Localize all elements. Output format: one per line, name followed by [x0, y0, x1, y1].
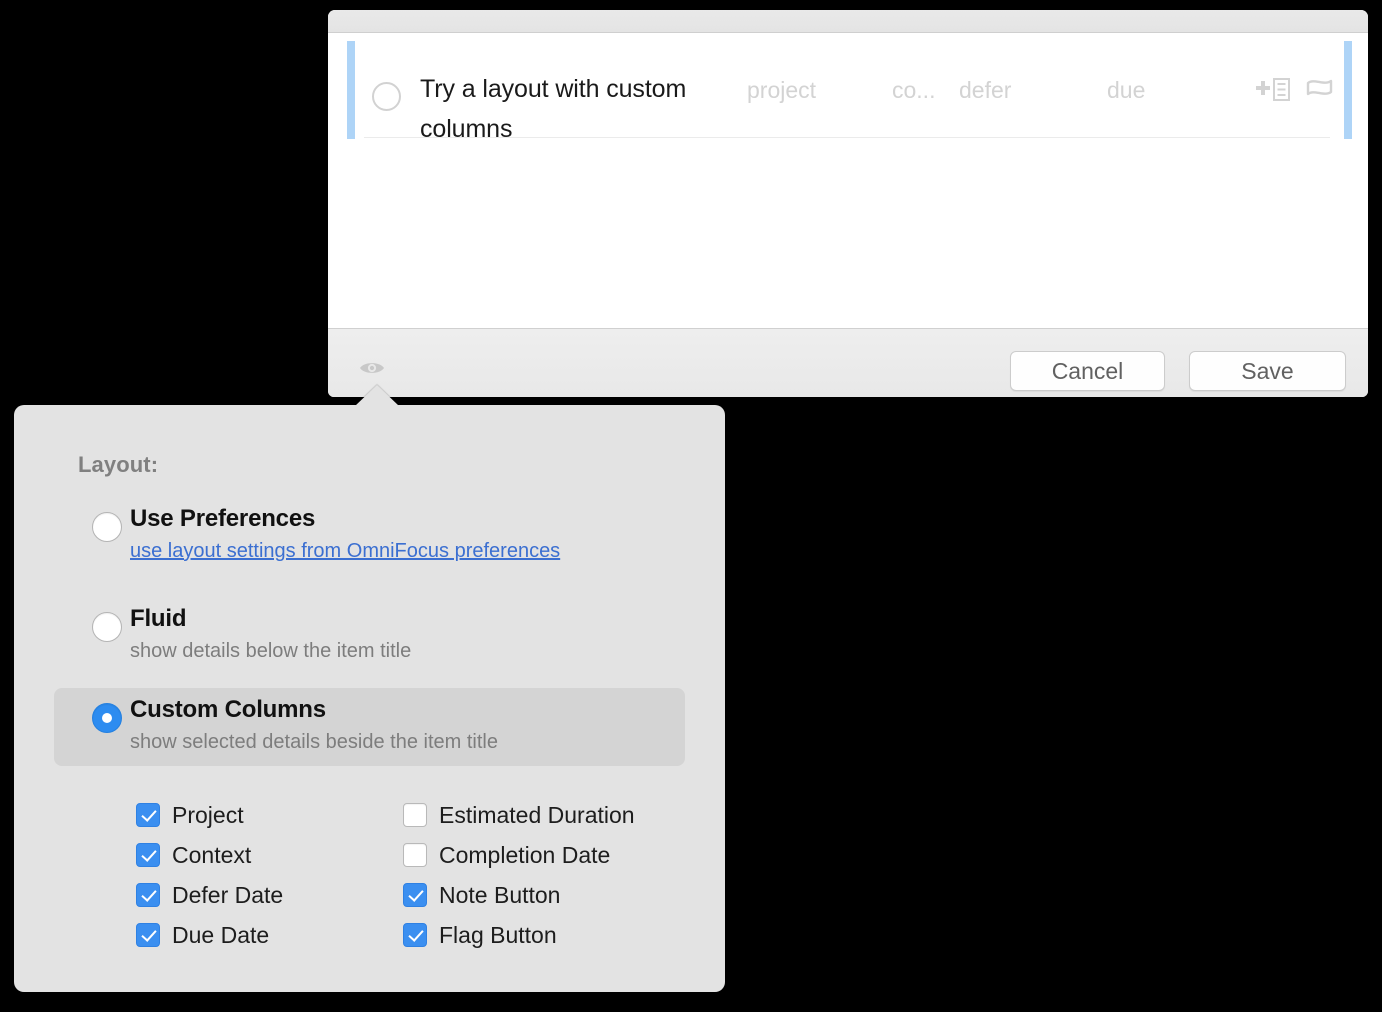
layout-option-subtitle: show details below the item title: [130, 640, 412, 662]
checkbox-label: Completion Date: [439, 841, 611, 868]
checkbox-note-button[interactable]: Note Button: [403, 875, 635, 915]
cancel-button[interactable]: Cancel: [1010, 351, 1165, 391]
layout-popover: Layout: Use Preferences use layout setti…: [14, 385, 725, 992]
checkbox-project[interactable]: Project: [136, 795, 283, 835]
checkbox-column-left: Project Context Defer Date Due Date: [136, 795, 283, 955]
layout-option-title: Custom Columns: [130, 696, 326, 723]
layout-option-title: Fluid: [130, 605, 187, 632]
checkbox-label: Defer Date: [172, 881, 284, 908]
window-bottom-bar: Cancel Save: [328, 328, 1368, 397]
checkbox-label: Note Button: [439, 881, 561, 908]
selection-bar-left: [347, 41, 355, 139]
eye-icon[interactable]: [359, 360, 385, 381]
layout-option-subtitle: show selected details beside the item ti…: [130, 731, 498, 753]
radio-use-preferences[interactable]: [92, 512, 122, 542]
checkbox-box[interactable]: [136, 923, 160, 947]
layout-section-label: Layout:: [78, 452, 159, 477]
checkbox-label: Due Date: [172, 921, 270, 948]
checkbox-completion-date[interactable]: Completion Date: [403, 835, 635, 875]
column-defer-placeholder[interactable]: defer: [959, 77, 1011, 104]
inbox-item-window: Try a layout with custom columns project…: [328, 10, 1368, 397]
layout-option-title: Use Preferences: [130, 505, 316, 532]
checkbox-due-date[interactable]: Due Date: [136, 915, 283, 955]
checkbox-box[interactable]: [403, 803, 427, 827]
table-row[interactable]: Try a layout with custom columns project…: [328, 33, 1368, 143]
screen: Try a layout with custom columns project…: [0, 0, 1382, 1012]
checkbox-label: Flag Button: [439, 921, 557, 948]
checkbox-label: Estimated Duration: [439, 801, 635, 828]
checkbox-box[interactable]: [136, 843, 160, 867]
radio-custom-columns[interactable]: [92, 703, 122, 733]
window-content: Try a layout with custom columns project…: [328, 33, 1368, 328]
checkbox-box[interactable]: [403, 843, 427, 867]
checkbox-column-right: Estimated Duration Completion Date Note …: [403, 795, 635, 955]
column-due-placeholder[interactable]: due: [1107, 77, 1145, 104]
row-separator: [364, 137, 1330, 138]
layout-option-use-preferences[interactable]: Use Preferences use layout settings from…: [54, 497, 685, 575]
add-note-icon[interactable]: [1250, 77, 1290, 103]
omnifocus-preferences-link[interactable]: use layout settings from OmniFocus prefe…: [130, 540, 560, 563]
popover-arrow: [355, 385, 399, 406]
column-context-placeholder[interactable]: co...: [892, 77, 935, 104]
checkbox-box[interactable]: [136, 803, 160, 827]
layout-option-custom-columns[interactable]: Custom Columns show selected details bes…: [54, 688, 685, 766]
checkbox-estimated-duration[interactable]: Estimated Duration: [403, 795, 635, 835]
flag-icon[interactable]: [1306, 79, 1333, 104]
layout-option-fluid[interactable]: Fluid show details below the item title: [54, 597, 685, 675]
radio-fluid[interactable]: [92, 612, 122, 642]
checkbox-box[interactable]: [403, 923, 427, 947]
checkbox-label: Context: [172, 841, 252, 868]
window-titlebar[interactable]: [328, 10, 1368, 33]
checkbox-flag-button[interactable]: Flag Button: [403, 915, 635, 955]
checkbox-defer-date[interactable]: Defer Date: [136, 875, 283, 915]
checkbox-label: Project: [172, 801, 244, 828]
column-project-placeholder[interactable]: project: [747, 77, 816, 104]
selection-bar-right: [1344, 41, 1352, 139]
save-button[interactable]: Save: [1189, 351, 1346, 391]
checkbox-box[interactable]: [403, 883, 427, 907]
checkbox-context[interactable]: Context: [136, 835, 283, 875]
checkbox-box[interactable]: [136, 883, 160, 907]
task-completion-checkbox[interactable]: [372, 82, 401, 111]
